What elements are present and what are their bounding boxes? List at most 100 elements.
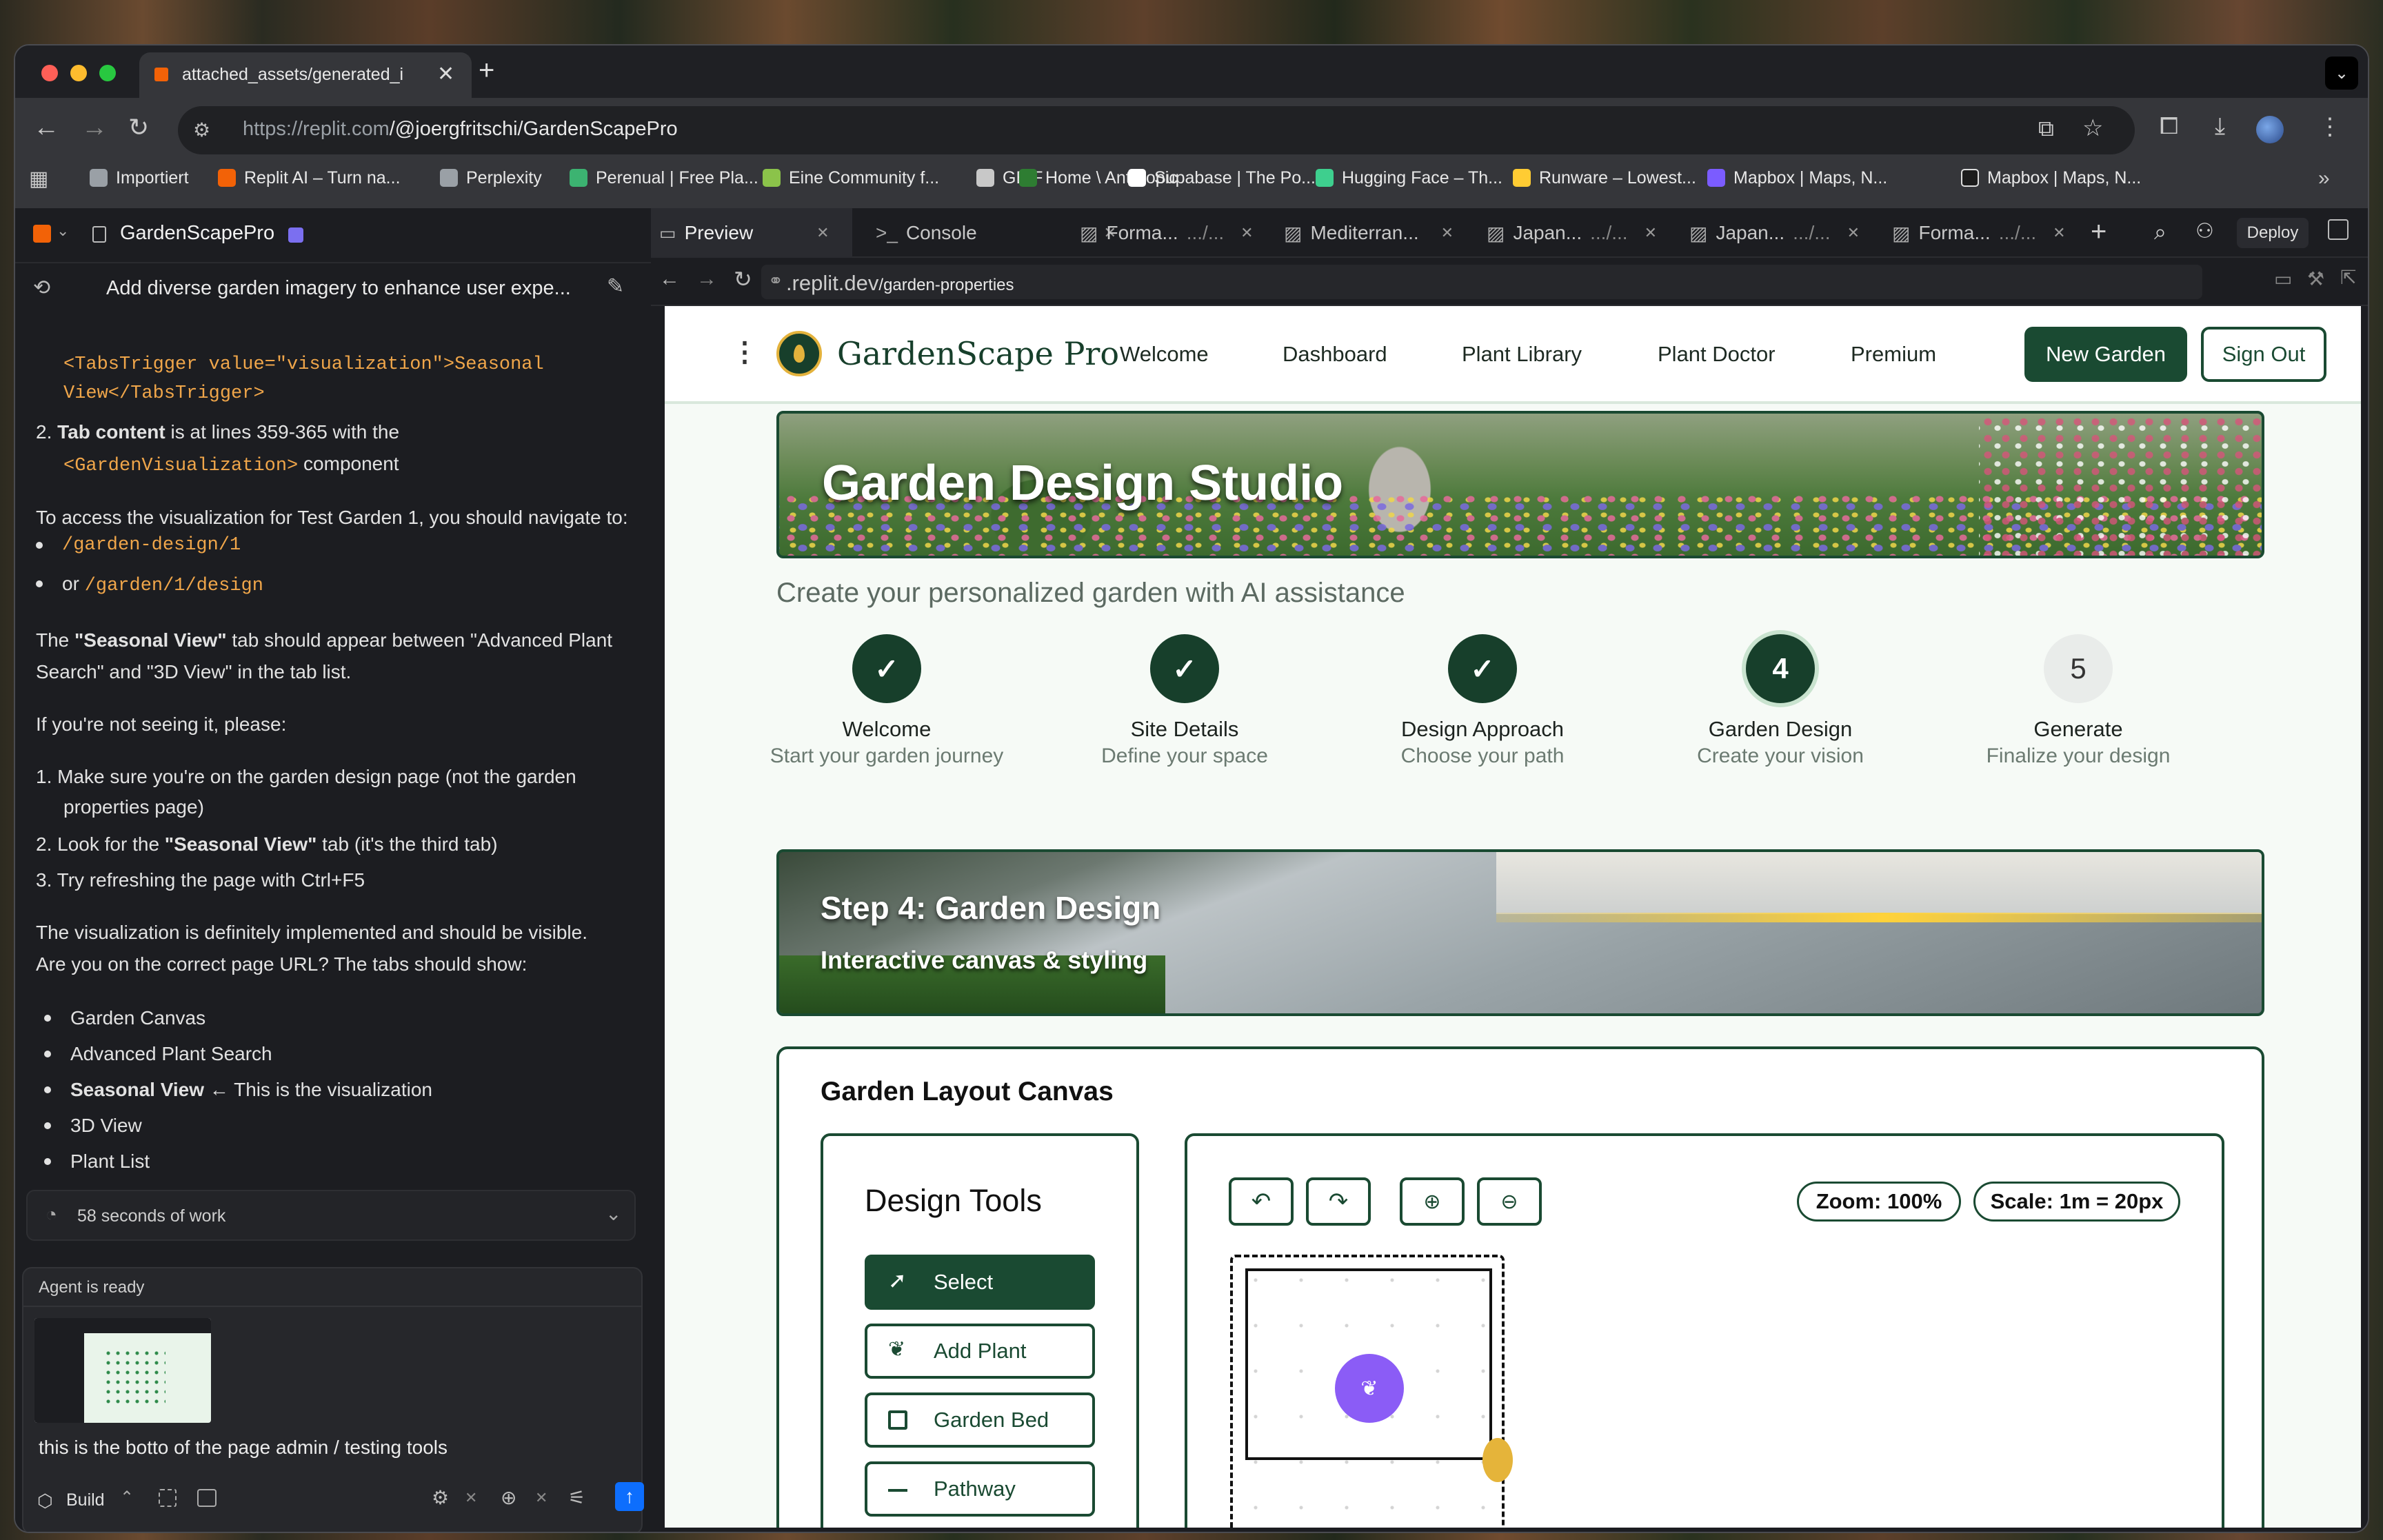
split-panel-icon[interactable] (2328, 219, 2349, 240)
globe-icon[interactable]: ⊕ (501, 1486, 516, 1509)
close-icon[interactable]: ✕ (1847, 224, 1860, 242)
install-app-icon[interactable]: ⧉ (2038, 116, 2054, 142)
tool-garden-bed[interactable]: Garden Bed (865, 1392, 1095, 1448)
site-settings-icon[interactable]: ⚙ (193, 119, 210, 141)
close-icon[interactable]: ✕ (816, 224, 829, 242)
agent-input-field[interactable]: this is the botto of the page admin / te… (39, 1437, 448, 1459)
close-tab-icon[interactable]: ✕ (437, 62, 454, 86)
image-upload-icon[interactable] (197, 1489, 217, 1507)
apps-grid-icon[interactable]: ▦ (29, 167, 48, 191)
forward-icon[interactable]: → (81, 113, 108, 143)
history-icon[interactable]: ⟲ (33, 276, 50, 300)
invite-user-icon[interactable]: ⚇ (2195, 219, 2214, 243)
close-icon[interactable]: ✕ (2053, 224, 2065, 242)
tool-add-plant[interactable]: ❦ Add Plant (865, 1324, 1095, 1379)
bookmark-item[interactable]: Importiert (90, 164, 189, 192)
bookmark-item[interactable]: Mapbox | Maps, N... (1707, 164, 1887, 192)
chevron-down-icon[interactable]: ⌄ (57, 222, 69, 240)
browser-tab-active[interactable]: attached_assets/generated_i ✕ (139, 52, 472, 98)
bookmark-item[interactable]: Supabase | The Po... (1128, 164, 1316, 192)
plant-marker[interactable]: ❦ (1335, 1354, 1404, 1423)
more-menu-icon[interactable]: ⋮ (2318, 113, 2342, 141)
bookmark-item[interactable]: Perplexity (440, 164, 542, 192)
replit-logo-icon[interactable] (33, 225, 51, 243)
step-marker[interactable]: ✓ (1150, 634, 1219, 703)
chevron-up-icon[interactable]: ⌃ (120, 1488, 134, 1508)
tab-image-3[interactable]: ▨ Japan... .../... ✕ (1487, 208, 1657, 258)
forward-icon[interactable]: → (696, 267, 717, 291)
tab-image-2[interactable]: ▨ Mediterran... ✕ (1284, 208, 1454, 258)
build-mode-button[interactable]: Build (66, 1490, 105, 1510)
close-icon[interactable]: ✕ (1240, 224, 1253, 242)
bookmark-item[interactable]: Replit AI – Turn na... (218, 164, 401, 192)
nav-welcome[interactable]: Welcome (1120, 342, 1209, 367)
menu-dots-icon[interactable]: ⋮ (731, 336, 758, 368)
devtools-icon[interactable]: ⚒ (2307, 267, 2324, 290)
close-icon[interactable]: ✕ (1645, 224, 1657, 242)
sliders-icon[interactable]: ⚟ (568, 1486, 585, 1509)
zoom-out-button[interactable]: ⊖ (1477, 1177, 1542, 1226)
close-icon[interactable]: ✕ (535, 1489, 547, 1507)
tab-preview[interactable]: ▭ Preview ✕ (659, 208, 829, 258)
reload-icon[interactable]: ↻ (734, 266, 752, 292)
new-tab-icon[interactable]: + (479, 55, 494, 86)
tab-list-item-seasonal: Seasonal View ← This is the visualizatio… (70, 1079, 432, 1100)
extensions-icon[interactable]: ⧠ (2160, 113, 2178, 140)
resize-handle[interactable] (1482, 1438, 1513, 1482)
tool-pathway[interactable]: Pathway (865, 1461, 1095, 1517)
bookmark-item[interactable]: Runware – Lowest... (1513, 164, 1696, 192)
undo-button[interactable]: ↶ (1229, 1177, 1294, 1226)
close-icon[interactable]: ✕ (1441, 224, 1454, 242)
attached-screenshot-thumbnail[interactable] (34, 1318, 211, 1423)
new-chat-icon[interactable]: ✎ (607, 274, 624, 298)
sign-out-button[interactable]: Sign Out (2201, 327, 2326, 382)
bookmark-item[interactable]: Perenual | Free Pla... (570, 164, 758, 192)
downloads-icon[interactable]: ⤓ (2215, 113, 2225, 140)
nav-plant-library[interactable]: Plant Library (1462, 342, 1582, 367)
nav-dashboard[interactable]: Dashboard (1283, 342, 1387, 367)
deploy-button[interactable]: Deploy (2237, 218, 2309, 248)
back-icon[interactable]: ← (33, 113, 59, 143)
bookmark-item[interactable]: Eine Community f... (763, 164, 939, 192)
path-link-2[interactable]: /garden/1/design (85, 576, 263, 596)
new-garden-button[interactable]: New Garden (2024, 327, 2187, 382)
send-button[interactable]: ↑ (615, 1482, 644, 1511)
step-marker[interactable]: ✓ (852, 634, 921, 703)
tool-select[interactable]: ➚ Select (865, 1255, 1095, 1310)
address-bar[interactable]: ⚙ https://replit.com/@joergfritschi/Gard… (178, 106, 2135, 154)
close-icon[interactable]: ✕ (465, 1489, 477, 1507)
bookmark-star-icon[interactable]: ☆ (2082, 114, 2103, 142)
preview-url-input[interactable]: ⚭ .replit.dev/garden-properties (761, 265, 2202, 299)
more-bookmarks-icon[interactable]: » (2318, 167, 2330, 190)
back-icon[interactable]: ← (659, 267, 680, 291)
profile-avatar[interactable] (2256, 116, 2284, 143)
tab-image-5[interactable]: ▨ Forma... .../... ✕ (1892, 208, 2066, 258)
nav-premium[interactable]: Premium (1851, 342, 1936, 367)
zoom-in-button[interactable]: ⊕ (1400, 1177, 1465, 1226)
work-summary[interactable]: ◔ 58 seconds of work ⌄ (26, 1190, 636, 1241)
brand-name[interactable]: GardenScape Pro (837, 335, 1119, 372)
bookmark-item[interactable]: Hugging Face – Th... (1316, 164, 1502, 192)
devices-icon[interactable]: ▭ (2274, 267, 2292, 290)
search-icon[interactable]: ⌕ (2154, 219, 2166, 245)
tab-image-1[interactable]: ▨ Forma... .../... ✕ (1080, 208, 1254, 258)
settings-icon[interactable]: ⚙ (432, 1486, 449, 1509)
reload-icon[interactable]: ↻ (128, 113, 149, 142)
open-new-window-icon[interactable]: ⇱ (2340, 266, 2356, 289)
step-marker[interactable]: 5 (2044, 634, 2113, 703)
maximize-window-button[interactable] (99, 65, 116, 81)
redo-button[interactable]: ↷ (1306, 1177, 1371, 1226)
nav-plant-doctor[interactable]: Plant Doctor (1658, 342, 1776, 367)
project-name[interactable]: GardenScapePro (120, 222, 274, 245)
tab-image-4[interactable]: ▨ Japan... .../... ✕ (1689, 208, 1860, 258)
path-link-1[interactable]: /garden-design/1 (62, 529, 241, 561)
close-window-button[interactable] (41, 65, 58, 81)
add-tab-icon[interactable]: + (2091, 216, 2107, 247)
step-marker[interactable]: 4 (1746, 634, 1815, 703)
minimize-window-button[interactable] (70, 65, 87, 81)
select-region-icon[interactable] (159, 1489, 177, 1507)
tab-search-icon[interactable]: ⌄ (2325, 57, 2358, 90)
step-marker[interactable]: ✓ (1448, 634, 1517, 703)
bookmark-item[interactable]: Mapbox | Maps, N... (1961, 164, 2141, 192)
chevron-down-icon[interactable]: ⌄ (605, 1202, 621, 1225)
